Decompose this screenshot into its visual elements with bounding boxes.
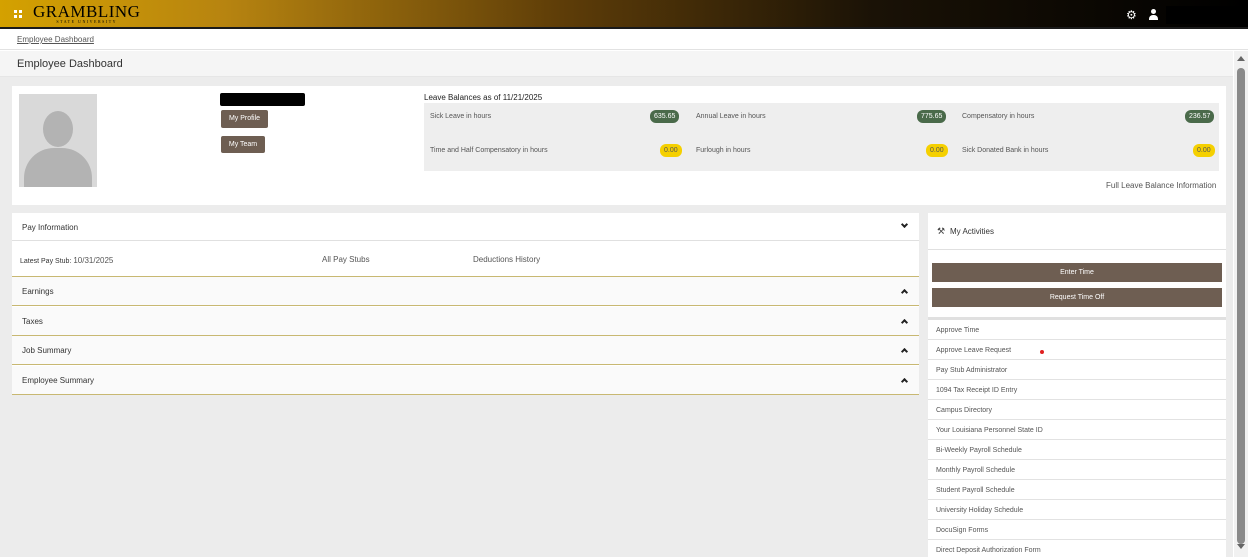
section-label: Taxes (22, 317, 43, 326)
my-profile-button[interactable]: My Profile (221, 110, 268, 128)
my-team-button[interactable]: My Team (221, 136, 265, 153)
activity-link-label: Student Payroll Schedule (936, 487, 1015, 494)
activity-link-label: Bi-Weekly Payroll Schedule (936, 447, 1022, 454)
latest-pay-stub-row: Latest Pay Stub: 10/31/2025 All Pay Stub… (12, 242, 919, 277)
section-taxes[interactable]: Taxes (12, 307, 919, 336)
section-label: Employee Summary (22, 376, 95, 385)
leave-value-badge: 635.65 (650, 110, 680, 123)
page-header: Employee Dashboard (0, 51, 1233, 77)
section-label: Job Summary (22, 346, 72, 355)
notification-dot (1040, 350, 1044, 354)
activity-link-label: Your Louisiana Personnel State ID (936, 427, 1043, 434)
leave-cell-annual: Annual Leave in hours 775.65 (690, 103, 956, 137)
leave-cell-sick-donated: Sick Donated Bank in hours 0.00 (956, 137, 1219, 171)
page-scrollbar[interactable] (1234, 51, 1248, 557)
leave-value-badge: 775.65 (917, 110, 947, 123)
leave-value-badge: 236.57 (1185, 110, 1215, 123)
all-pay-stubs-link[interactable]: All Pay Stubs (322, 255, 370, 264)
my-activities-title: My Activities (950, 227, 995, 236)
activity-link-1094-tax-receipt[interactable]: 1094 Tax Receipt ID Entry (928, 380, 1226, 400)
leave-label: Compensatory in hours (962, 113, 1035, 120)
breadcrumb-bar: Employee Dashboard (0, 29, 1248, 50)
activity-link-campus-directory[interactable]: Campus Directory (928, 400, 1226, 420)
chevron-up-icon[interactable] (900, 288, 909, 297)
profile-card: My Profile My Team Leave Balances as of … (12, 86, 1226, 205)
my-activities-panel: ⚒ My Activities Enter Time Request Time … (928, 213, 1226, 557)
user-icon[interactable] (1148, 9, 1159, 20)
activity-link-biweekly-payroll[interactable]: Bi-Weekly Payroll Schedule (928, 440, 1226, 460)
scroll-down-arrow-icon[interactable] (1237, 544, 1245, 549)
pay-information-panel: Pay Information Latest Pay Stub: 10/31/2… (12, 213, 919, 395)
leave-cell-time-half: Time and Half Compensatory in hours 0.00 (424, 137, 690, 171)
leave-cell-furlough: Furlough in hours 0.00 (690, 137, 956, 171)
top-header-bar: GRAMBLING STATE UNIVERSITY ⚙ (0, 0, 1248, 29)
activity-link-label: Monthly Payroll Schedule (936, 467, 1015, 474)
leave-value-badge: 0.00 (1193, 144, 1215, 157)
avatar-placeholder (19, 94, 97, 187)
activity-link-label: University Holiday Schedule (936, 507, 1024, 514)
scroll-thumb[interactable] (1237, 68, 1245, 544)
breadcrumb-employee-dashboard[interactable]: Employee Dashboard (17, 35, 94, 44)
activity-link-student-payroll[interactable]: Student Payroll Schedule (928, 480, 1226, 500)
pay-information-title: Pay Information (22, 223, 79, 232)
latest-pay-stub-label: Latest Pay Stub: 10/31/2025 (20, 256, 114, 265)
gear-icon[interactable]: ⚙ (1126, 9, 1137, 21)
activity-link-label: Pay Stub Administrator (936, 367, 1008, 374)
leave-cell-sick: Sick Leave in hours 635.65 (424, 103, 690, 137)
activity-link-label: Approve Leave Request (936, 347, 1012, 354)
page-title: Employee Dashboard (17, 58, 123, 70)
my-activities-header: ⚒ My Activities (928, 213, 1226, 250)
pay-information-header[interactable]: Pay Information (12, 213, 919, 241)
request-time-off-button[interactable]: Request Time Off (932, 288, 1222, 307)
activity-link-label: Campus Directory (936, 407, 993, 414)
full-leave-balance-link[interactable]: Full Leave Balance Information (1106, 181, 1216, 190)
activity-link-label: 1094 Tax Receipt ID Entry (936, 387, 1018, 394)
activity-link-approve-time[interactable]: Approve Time (928, 320, 1226, 340)
activity-link-approve-leave-request[interactable]: Approve Leave Request (928, 340, 1226, 360)
activity-link-holiday-schedule[interactable]: University Holiday Schedule (928, 500, 1226, 520)
activity-link-label: Approve Time (936, 327, 980, 334)
activity-link-direct-deposit[interactable]: Direct Deposit Authorization Form (928, 540, 1226, 557)
leave-label: Furlough in hours (696, 147, 751, 154)
section-employee-summary[interactable]: Employee Summary (12, 366, 919, 395)
chevron-up-icon[interactable] (900, 347, 909, 356)
leave-label: Sick Leave in hours (430, 113, 492, 120)
leave-label: Time and Half Compensatory in hours (430, 147, 548, 154)
section-label: Earnings (22, 287, 54, 296)
leave-cell-compensatory: Compensatory in hours 236.57 (956, 103, 1219, 137)
activity-link-pay-stub-administrator[interactable]: Pay Stub Administrator (928, 360, 1226, 380)
latest-pay-stub-date[interactable]: 10/31/2025 (73, 256, 113, 265)
enter-time-button[interactable]: Enter Time (932, 263, 1222, 282)
section-earnings[interactable]: Earnings (12, 277, 919, 306)
leave-balances-grid: Sick Leave in hours 635.65 Annual Leave … (424, 103, 1219, 171)
leave-value-badge: 0.00 (660, 144, 682, 157)
redacted-user-name (1166, 6, 1248, 24)
chevron-up-icon[interactable] (900, 377, 909, 386)
activity-link-label: DocuSign Forms (936, 527, 989, 534)
activity-link-docusign-forms[interactable]: DocuSign Forms (928, 520, 1226, 540)
deductions-history-link[interactable]: Deductions History (473, 255, 540, 264)
activity-link-louisiana-state-id[interactable]: Your Louisiana Personnel State ID (928, 420, 1226, 440)
scroll-up-arrow-icon[interactable] (1237, 56, 1245, 61)
logo-text: GRAMBLING (33, 2, 141, 21)
chevron-up-icon[interactable] (900, 318, 909, 327)
app-grid-icon[interactable] (14, 10, 22, 18)
wrench-icon: ⚒ (937, 226, 946, 236)
leave-balances-title: Leave Balances as of 11/21/2025 (424, 93, 543, 102)
leave-label: Sick Donated Bank in hours (962, 147, 1049, 154)
leave-value-badge: 0.00 (926, 144, 948, 157)
chevron-down-icon[interactable] (900, 220, 909, 229)
leave-label: Annual Leave in hours (696, 113, 766, 120)
section-job-summary[interactable]: Job Summary (12, 336, 919, 365)
university-logo[interactable]: GRAMBLING STATE UNIVERSITY (33, 3, 140, 24)
activity-link-label: Direct Deposit Authorization Form (936, 547, 1041, 554)
activity-link-monthly-payroll[interactable]: Monthly Payroll Schedule (928, 460, 1226, 480)
redacted-employee-name (220, 93, 305, 106)
